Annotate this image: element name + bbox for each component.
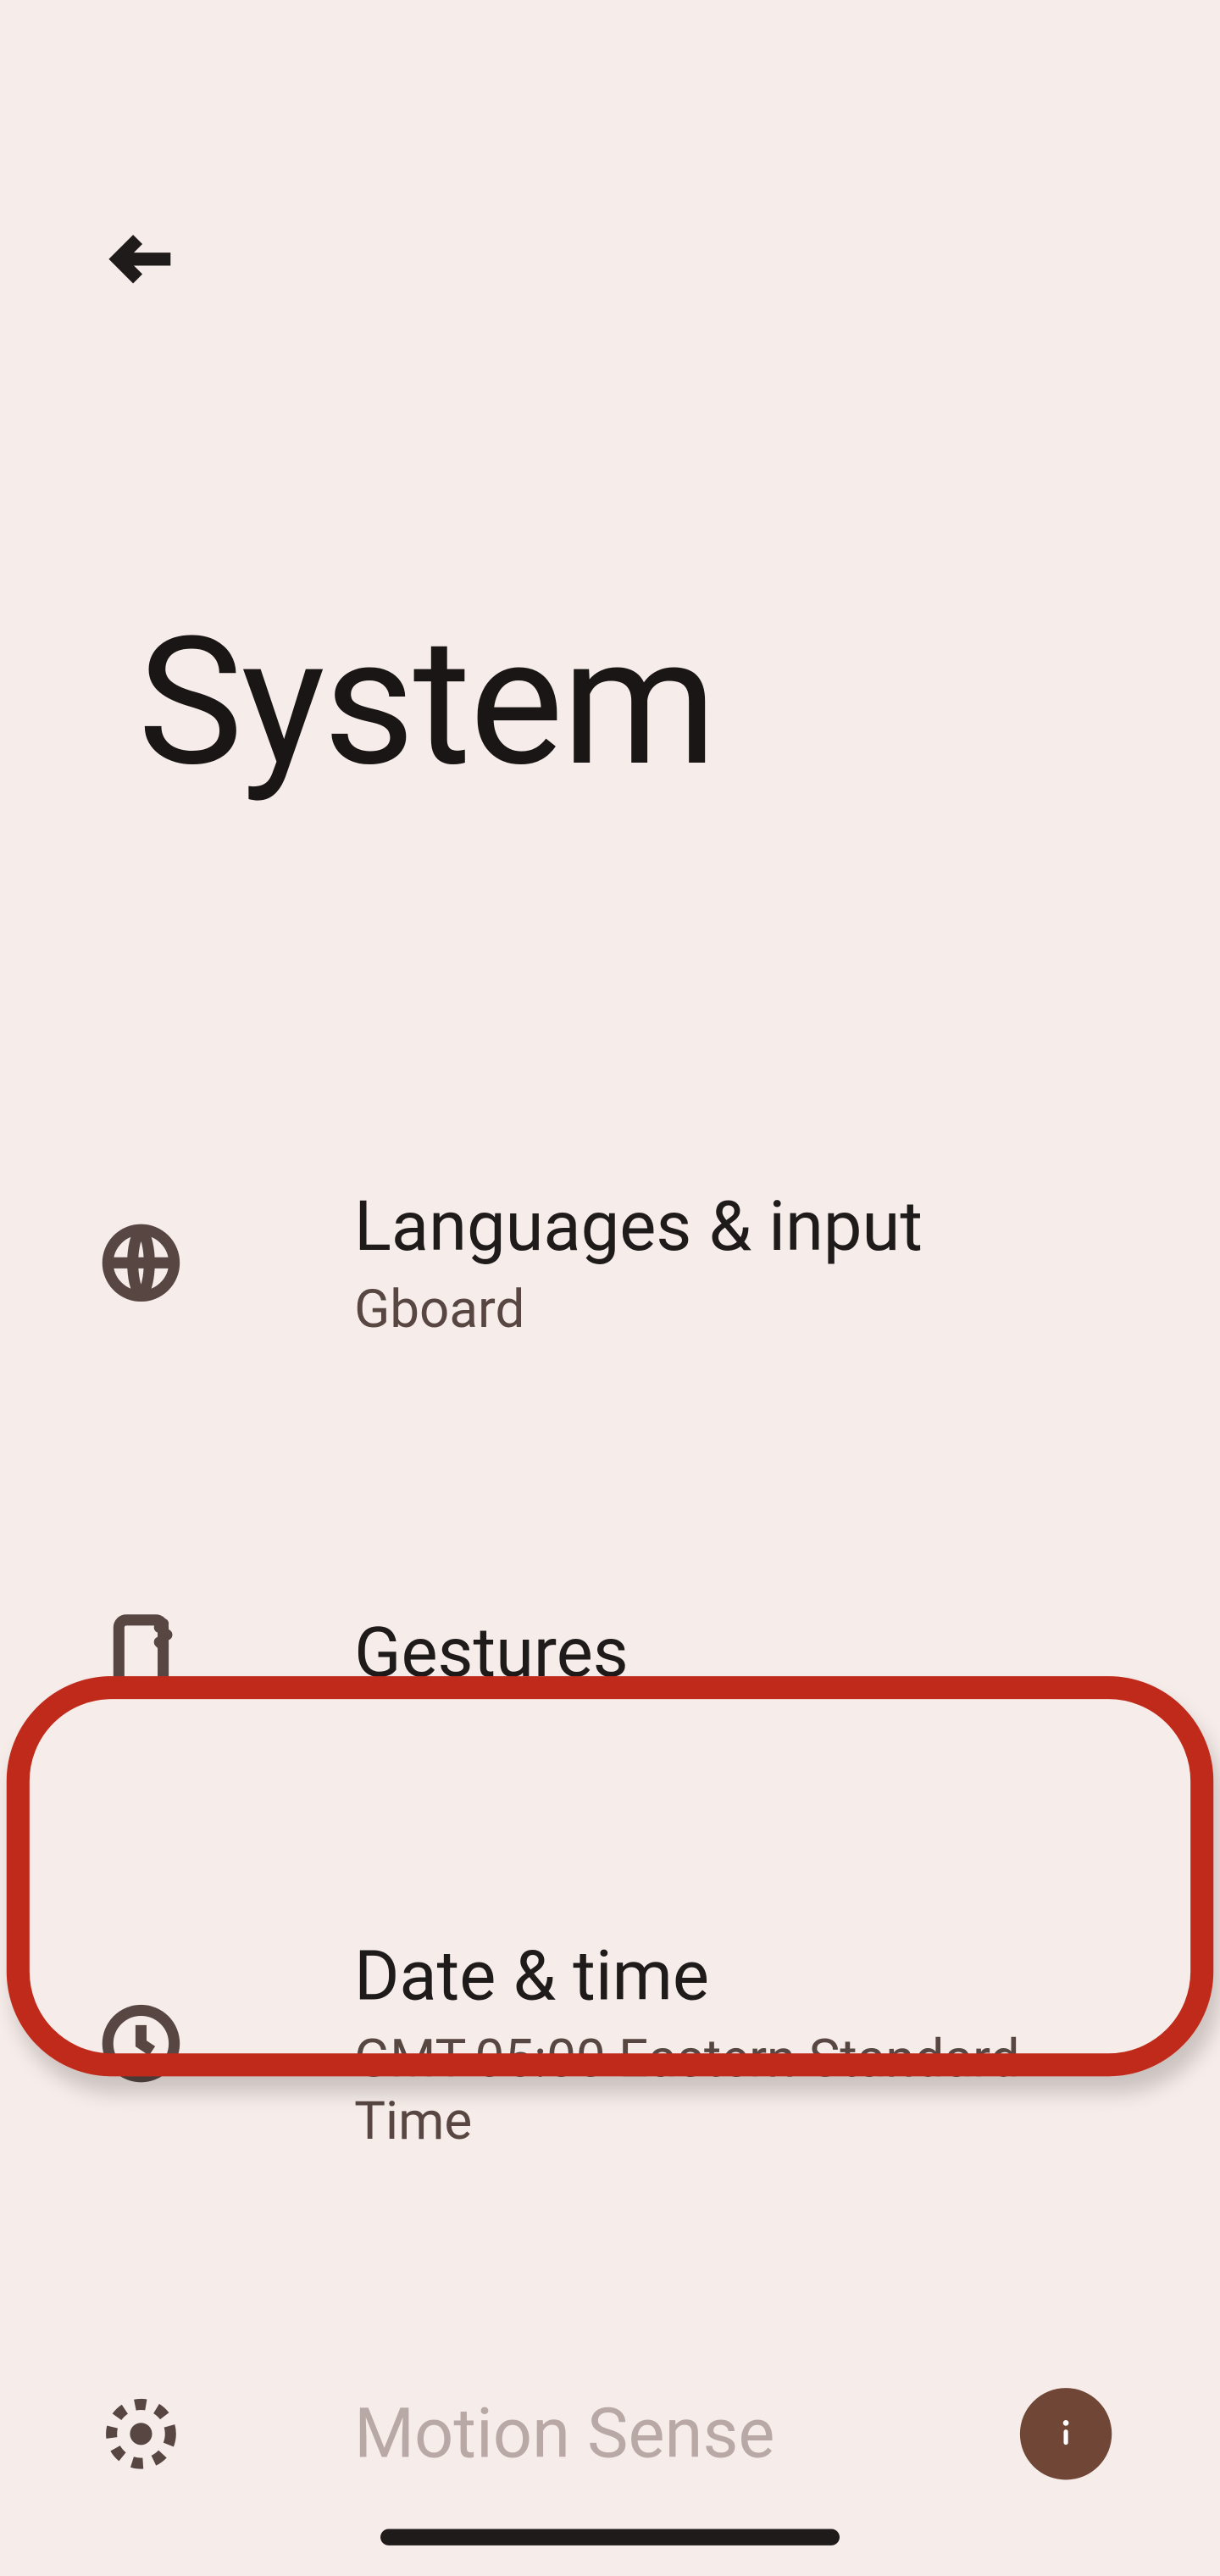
item-motion-sense[interactable]: Motion Sense xyxy=(0,2253,1220,2576)
item-title: Date & time xyxy=(354,1936,1145,2017)
item-title: Languages & input xyxy=(354,1186,1145,1267)
item-languages-input[interactable]: Languages & input Gboard xyxy=(0,1053,1220,1473)
clock-icon xyxy=(75,1999,207,2088)
info-button[interactable] xyxy=(1020,2388,1112,2479)
globe-icon xyxy=(75,1219,207,1307)
page-title: System xyxy=(65,338,1154,1053)
back-button[interactable] xyxy=(65,180,223,338)
item-subtitle: GMT-05:00 Eastern Standard Time xyxy=(354,2026,1145,2151)
radar-icon xyxy=(75,2390,207,2479)
status-bar xyxy=(0,0,1220,141)
phone-spark-icon xyxy=(75,1609,207,1698)
item-title: Motion Sense xyxy=(354,2394,873,2474)
gesture-nav-pill[interactable] xyxy=(380,2529,840,2545)
info-icon xyxy=(1040,2407,1092,2460)
arrow-left-icon xyxy=(105,219,184,298)
item-gestures[interactable]: Gestures xyxy=(0,1473,1220,1834)
item-subtitle: Gboard xyxy=(354,1277,1145,1340)
settings-list: Languages & input Gboard Gestures Date &… xyxy=(0,1053,1220,2576)
item-title: Gestures xyxy=(354,1613,1145,1694)
item-date-time[interactable]: Date & time GMT-05:00 Eastern Standard T… xyxy=(0,1834,1220,2253)
